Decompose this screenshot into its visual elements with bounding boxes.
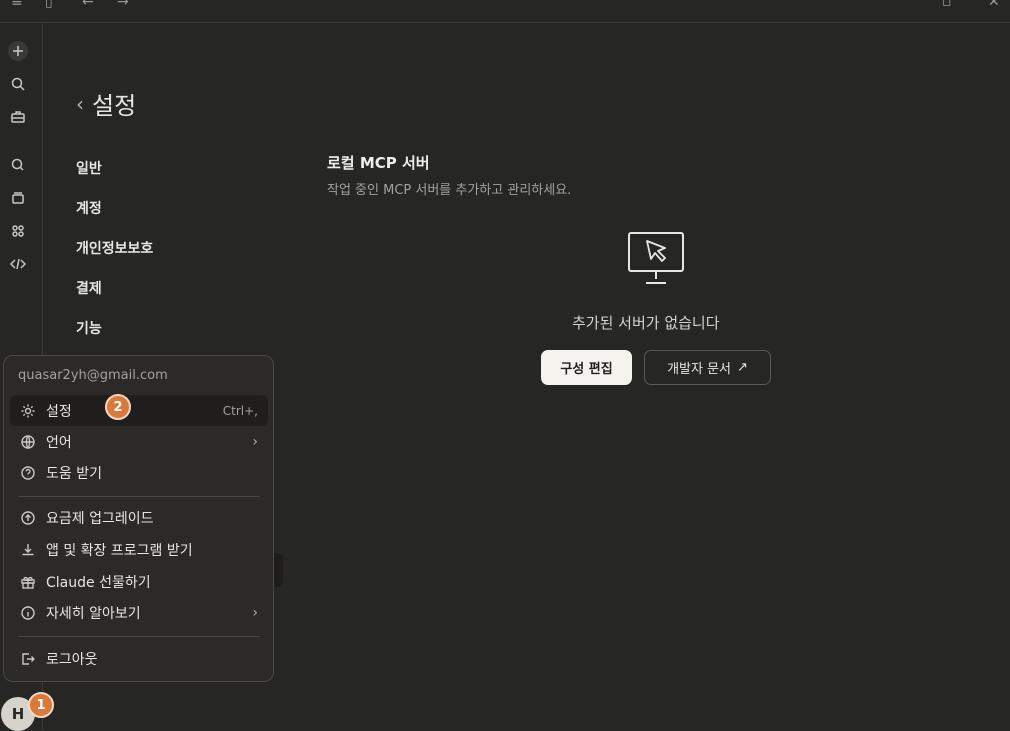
shortcut-label: Ctrl+, [222, 403, 258, 418]
download-icon [22, 543, 34, 555]
chevron-left-icon: ‹ [76, 91, 84, 116]
title-bar: ≡ ▯ ← → ▫ ✕ [0, 0, 1010, 23]
menu-item-label: 로그아웃 [46, 651, 98, 668]
developer-docs-button[interactable]: 개발자 문서 ↗ [644, 350, 771, 385]
step-badge-1: 1 [28, 692, 54, 718]
menu-item-label: 설정 [46, 403, 72, 420]
menu-item-settings[interactable]: 설정 Ctrl+, [10, 395, 268, 426]
close-icon[interactable]: ✕ [988, 0, 1000, 10]
external-link-icon: ↗ [737, 360, 748, 375]
menu-divider [18, 636, 260, 637]
empty-state-message: 추가된 서버가 없습니다 [572, 314, 720, 332]
account-menu: quasar2yh@gmail.com 설정 Ctrl+, 언어 › 도움 받기… [3, 355, 274, 682]
toolbox-icon[interactable] [8, 107, 28, 127]
menu-divider [18, 496, 260, 497]
menu-item-label: 자세히 알아보기 [46, 605, 141, 622]
menu-item-get-apps[interactable]: 앱 및 확장 프로그램 받기 [10, 534, 268, 565]
hamburger-icon[interactable]: ≡ [11, 0, 23, 10]
logout-icon [22, 652, 35, 665]
page-title: 설정 [92, 92, 137, 120]
chevron-right-icon: › [252, 433, 258, 450]
step-badge-2: 2 [105, 394, 131, 420]
menu-item-help[interactable]: 도움 받기 [10, 457, 268, 488]
menu-item-language[interactable]: 언어 › [10, 426, 268, 457]
menu-item-learn-more[interactable]: 자세히 알아보기 › [10, 597, 268, 628]
menu-item-label: 도움 받기 [46, 465, 102, 482]
settings-back-link[interactable]: ‹ 설정 [76, 86, 136, 121]
chats-icon[interactable] [8, 155, 28, 175]
help-icon [21, 465, 35, 480]
edit-config-button[interactable]: 구성 편집 [541, 350, 632, 385]
gear-icon [21, 404, 35, 417]
gift-icon [21, 576, 35, 589]
chevron-right-icon: › [252, 604, 258, 621]
forward-arrow-icon[interactable]: → [117, 0, 129, 10]
menu-item-upgrade[interactable]: 요금제 업그레이드 [10, 502, 268, 533]
menu-item-label: 앱 및 확장 프로그램 받기 [46, 542, 193, 559]
globe-icon [21, 434, 35, 449]
artifacts-icon[interactable] [8, 221, 28, 241]
account-email: quasar2yh@gmail.com [18, 368, 168, 383]
monitor-cursor-icon [628, 232, 684, 284]
menu-item-label: 요금제 업그레이드 [46, 510, 154, 527]
search-icon[interactable] [8, 74, 28, 94]
developer-docs-label: 개발자 문서 [667, 362, 732, 377]
info-icon [21, 605, 35, 620]
back-arrow-icon[interactable]: ← [82, 0, 94, 10]
menu-item-label: 언어 [46, 434, 72, 451]
new-chat-icon[interactable] [8, 41, 28, 61]
section-subtitle: 작업 중인 MCP 서버를 추가하고 관리하세요. [327, 183, 572, 198]
menu-item-gift[interactable]: Claude 선물하기 [10, 566, 268, 597]
projects-icon[interactable] [8, 188, 28, 208]
upgrade-icon [21, 510, 35, 525]
nav-general[interactable]: 일반 [76, 158, 102, 178]
nav-account[interactable]: 계정 [76, 198, 102, 218]
menu-item-logout[interactable]: 로그아웃 [10, 643, 268, 674]
code-icon[interactable] [8, 254, 28, 274]
section-title: 로컬 MCP 서버 [327, 154, 430, 172]
nav-features[interactable]: 기능 [76, 318, 102, 338]
nav-privacy[interactable]: 개인정보보호 [76, 238, 153, 258]
menu-item-label: Claude 선물하기 [46, 574, 151, 591]
maximize-icon[interactable]: ▫ [942, 0, 952, 10]
nav-billing[interactable]: 결제 [76, 278, 102, 298]
sidebar-toggle-icon[interactable]: ▯ [45, 0, 53, 10]
